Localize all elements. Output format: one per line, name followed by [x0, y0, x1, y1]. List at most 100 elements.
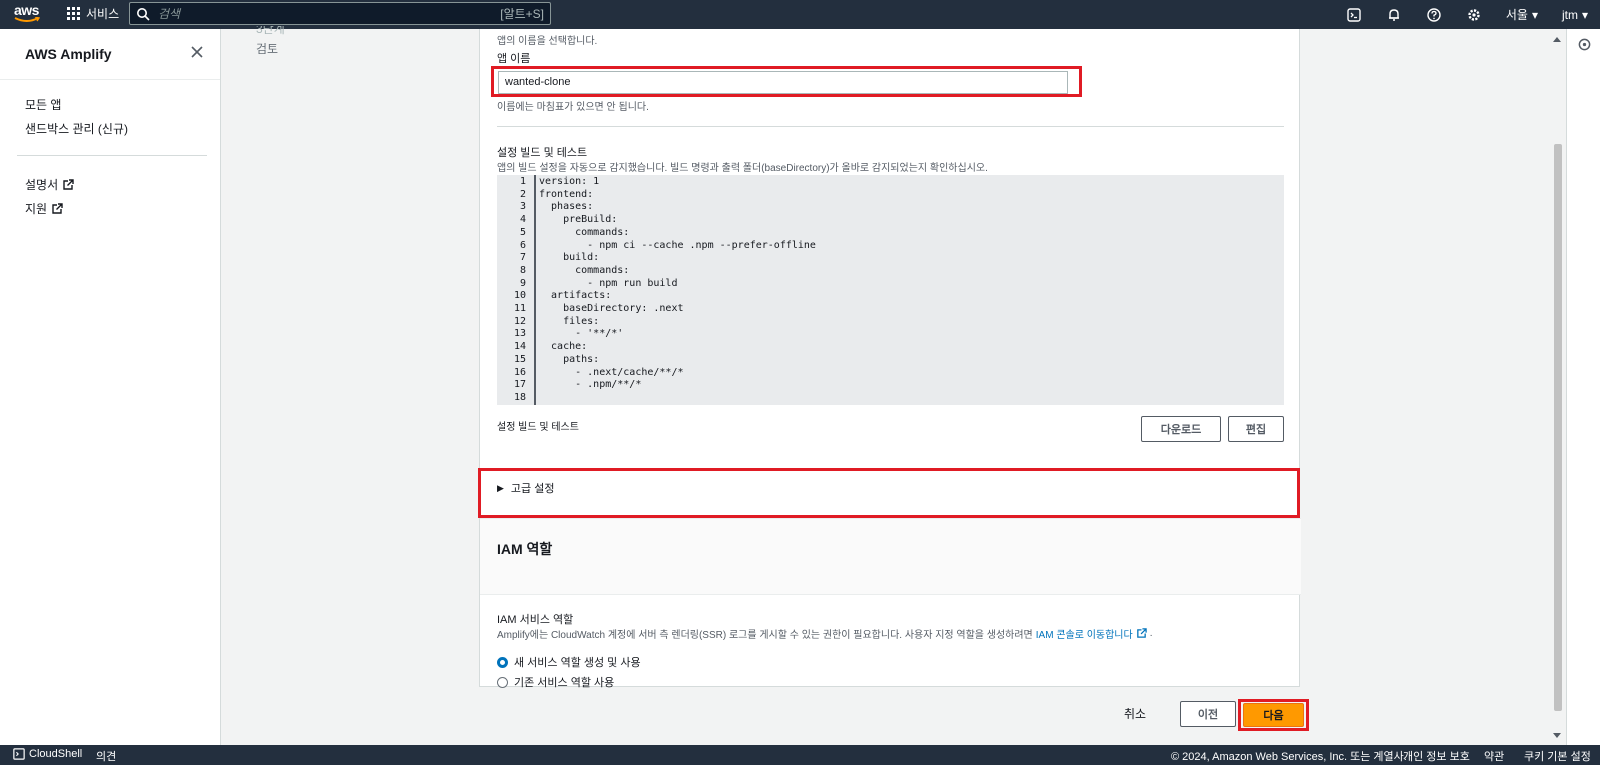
- sidebar-item-all-apps[interactable]: 모든 앱: [25, 96, 61, 113]
- search-input[interactable]: 검색 [알트+S]: [129, 2, 551, 25]
- terminal-icon: [1347, 7, 1361, 22]
- cloudshell-footer-button[interactable]: CloudShell: [13, 748, 82, 760]
- caret-down-icon: ▾: [1581, 7, 1588, 22]
- code-line: - .npm/**/*: [539, 379, 642, 391]
- sidebar-item-label: 모든 앱: [25, 98, 62, 112]
- line-number: 4: [519, 214, 526, 226]
- code-line: commands:: [539, 264, 630, 276]
- cookie-settings-link[interactable]: 쿠키 기본 설정: [1524, 748, 1591, 764]
- privacy-link[interactable]: 개인 정보 보호: [1403, 748, 1470, 764]
- sidebar-item-label: 설명서: [25, 178, 59, 192]
- line-number: 14: [513, 341, 526, 353]
- services-grid-icon: [67, 7, 80, 20]
- cancel-button[interactable]: 취소: [1124, 705, 1146, 722]
- region-selector[interactable]: 서울 ▾: [1494, 0, 1550, 29]
- scrollbar-thumb[interactable]: [1554, 144, 1562, 711]
- code-line: frontend:: [539, 188, 594, 200]
- line-number: 7: [519, 252, 526, 264]
- app-settings-card: 앱의 이름을 선택합니다. 앱 이름 wanted-clone 이름에는 마침표…: [479, 29, 1301, 690]
- sidebar-item-sandbox[interactable]: 샌드박스 관리 (신규): [25, 120, 128, 137]
- nav-right-group: 서울 ▾ jtm ▾: [1334, 0, 1600, 29]
- iam-console-link[interactable]: IAM 콘솔로 이동합니다: [1036, 626, 1133, 641]
- account-menu[interactable]: jtm ▾: [1550, 0, 1600, 29]
- terms-link[interactable]: 약관: [1484, 748, 1504, 764]
- external-link-icon: [52, 202, 63, 214]
- aws-logo[interactable]: aws: [14, 3, 40, 25]
- notifications-button[interactable]: [1374, 0, 1414, 29]
- iam-section-title: IAM 역할: [497, 541, 553, 557]
- top-navigation: aws 서비스 검색 [알트+S] 서울 ▾ jtm ▾: [0, 0, 1600, 29]
- radio-new-service-role[interactable]: 새 서비스 역할 생성 및 사용: [497, 654, 641, 670]
- line-number: 17: [513, 379, 526, 391]
- iam-section-header: IAM 역할: [480, 518, 1301, 595]
- info-panel-icon[interactable]: [1578, 38, 1591, 51]
- line-number: 5: [519, 226, 526, 238]
- step-review[interactable]: 검토: [256, 40, 278, 57]
- code-line: paths:: [539, 353, 600, 365]
- sidebar-item-docs[interactable]: 설명서: [25, 176, 74, 193]
- code-line: - npm run build: [539, 277, 678, 289]
- search-shortcut: [알트+S]: [500, 7, 544, 21]
- line-number: 16: [513, 366, 526, 378]
- code-line: files:: [539, 315, 600, 327]
- gear-icon: [1468, 8, 1480, 21]
- utility-panel: [1566, 29, 1600, 745]
- highlight-box-next: [1238, 699, 1309, 731]
- line-number: 3: [519, 201, 526, 213]
- feedback-link[interactable]: 의견: [96, 748, 116, 764]
- radio-existing-service-role[interactable]: 기존 서비스 역할 사용: [497, 674, 614, 690]
- sidebar-title[interactable]: AWS Amplify: [25, 46, 112, 62]
- radio-label: 기존 서비스 역할 사용: [514, 677, 615, 689]
- buildspec-editor[interactable]: 1 2 3 4 5 6 7 8 9 10 11 12 13 14 15 16 17 18 version: 1 fr…: [497, 175, 1284, 405]
- code-line: commands:: [539, 226, 630, 238]
- previous-button[interactable]: 이전: [1180, 701, 1236, 727]
- sidebar-item-label: 지원: [25, 202, 48, 216]
- scroll-down-icon[interactable]: [1553, 733, 1561, 738]
- code-line: - npm ci --cache .npm --prefer-offline: [539, 239, 816, 251]
- code-line: version: 1: [539, 176, 600, 187]
- edit-button[interactable]: 편집: [1228, 416, 1284, 442]
- search-icon: [137, 7, 150, 21]
- line-number: 13: [513, 328, 526, 340]
- code-line: - .next/cache/**/*: [539, 366, 684, 378]
- build-settings-description: 앱의 빌드 설정을 자동으로 감지했습니다. 빌드 명령과 출력 폴더(base…: [497, 163, 988, 174]
- app-name-help: 이름에는 마침표가 있으면 안 됩니다.: [497, 102, 649, 113]
- scroll-up-icon[interactable]: [1553, 37, 1561, 42]
- sidebar: AWS Amplify 모든 앱 샌드박스 관리 (신규) 설명서 지원: [0, 29, 221, 745]
- aws-logo-text: aws: [14, 2, 39, 18]
- services-menu[interactable]: 서비스: [67, 5, 119, 22]
- step-partial: 3단계: [256, 26, 285, 35]
- page-scrollbar[interactable]: [1550, 29, 1565, 745]
- close-icon[interactable]: [190, 45, 204, 59]
- sidebar-item-label: 샌드박스 관리 (신규): [25, 122, 128, 136]
- sidebar-divider: [17, 155, 207, 156]
- help-icon: [1427, 7, 1441, 22]
- build-settings-title: 설정 빌드 및 테스트: [497, 147, 588, 159]
- line-number: 9: [519, 277, 526, 289]
- external-link-icon: [1136, 628, 1147, 638]
- download-button[interactable]: 다운로드: [1141, 416, 1221, 442]
- line-number: 12: [513, 315, 526, 327]
- line-number-gutter: 1 2 3 4 5 6 7 8 9 10 11 12 13 14 15 16 17 18: [497, 175, 536, 405]
- section-divider: [497, 126, 1284, 127]
- build-footer-label: 설정 빌드 및 테스트: [497, 422, 579, 433]
- radio-unselected-icon: [497, 676, 508, 688]
- highlight-box-app-name: [491, 66, 1082, 97]
- iam-service-role-label: IAM 서비스 역할: [497, 614, 574, 626]
- highlight-box-advanced: [478, 468, 1300, 518]
- region-label: 서울: [1505, 8, 1528, 22]
- terminal-icon: [13, 748, 25, 760]
- code-line: build:: [539, 252, 600, 264]
- code-line: phases:: [539, 201, 594, 213]
- code-line: artifacts:: [539, 290, 612, 302]
- bell-icon: [1388, 8, 1399, 21]
- cloudshell-button[interactable]: [1334, 0, 1374, 29]
- settings-button[interactable]: [1454, 0, 1494, 29]
- help-button[interactable]: [1414, 0, 1454, 29]
- sidebar-item-support[interactable]: 지원: [25, 200, 63, 217]
- line-number: 2: [519, 188, 526, 200]
- line-number: 11: [513, 303, 526, 314]
- line-number: 15: [513, 353, 526, 365]
- iam-description-text: Amplify에는 CloudWatch 계정에 서버 측 렌더링(SSR) 로…: [497, 630, 1033, 641]
- iam-description-end: .: [1149, 628, 1153, 639]
